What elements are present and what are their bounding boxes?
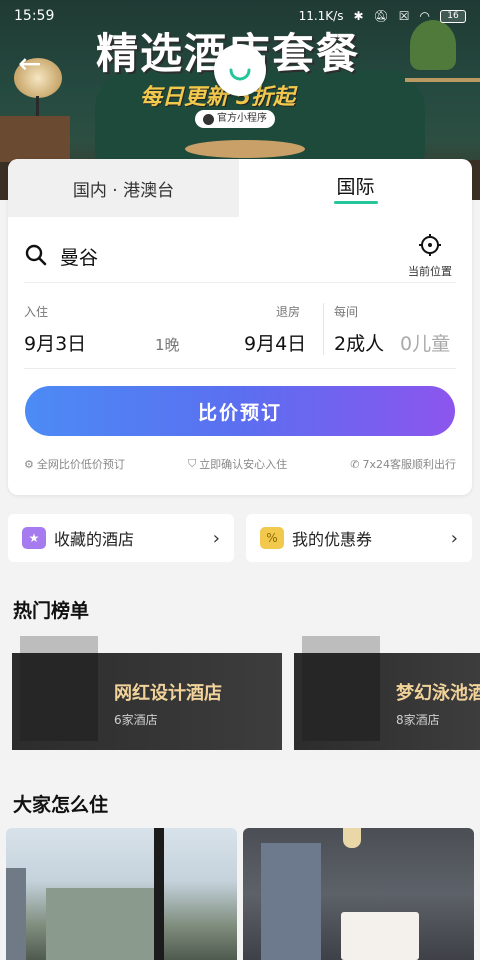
search-icon bbox=[25, 244, 47, 266]
hot-list-name: 梦幻泳池酒店 bbox=[396, 683, 480, 704]
card-tab-decoration bbox=[20, 636, 98, 653]
feature-item: ⚙ 全网比价低价预订 bbox=[24, 456, 125, 472]
photo-curtain bbox=[261, 843, 321, 960]
hot-list-name: 网红设计酒店 bbox=[114, 683, 222, 704]
hot-list-card[interactable]: 网红设计酒店 6家酒店 bbox=[12, 636, 282, 750]
banner-table-illustration bbox=[185, 140, 305, 158]
hot-list-card[interactable]: 梦幻泳池酒店 8家酒店 bbox=[294, 636, 480, 750]
photo-window-frame bbox=[154, 828, 164, 960]
wifi-icon: ◠ bbox=[419, 9, 430, 23]
feature-text: 全网比价低价预订 bbox=[36, 458, 125, 471]
coupon-icon: % bbox=[260, 527, 284, 549]
bluetooth-icon: ✱ bbox=[353, 9, 364, 23]
mini-program-label: 官方小程序 bbox=[217, 113, 267, 124]
chevron-right-icon: › bbox=[212, 527, 220, 549]
compare-book-label: 比价预订 bbox=[197, 401, 282, 424]
nights-count: 1晚 bbox=[155, 336, 180, 354]
favorite-hotels-link[interactable]: ★ 收藏的酒店 › bbox=[8, 514, 234, 562]
crosshair-icon bbox=[419, 234, 441, 256]
photo-building bbox=[6, 868, 26, 960]
star-folder-icon: ★ bbox=[22, 527, 46, 549]
my-coupons-link[interactable]: % 我的优惠券 › bbox=[246, 514, 472, 562]
photo-building bbox=[46, 888, 156, 960]
banner-shelf-illustration bbox=[405, 78, 480, 82]
tab-domestic-label: 国内 · 港澳台 bbox=[72, 180, 175, 201]
how-people-stay-title: 大家怎么住 bbox=[13, 794, 109, 816]
battery-icon: 16 bbox=[440, 9, 466, 23]
card-thumbnail bbox=[20, 653, 98, 741]
card-thumbnail bbox=[302, 653, 380, 741]
check-out-label: 退房 bbox=[276, 305, 301, 319]
banner-cabinet-illustration bbox=[0, 116, 70, 162]
tab-domestic[interactable]: 国内 · 港澳台 bbox=[8, 159, 239, 217]
mute-icon: 🔕︎ bbox=[373, 9, 389, 23]
photo-lamp bbox=[343, 828, 361, 848]
stay-photo[interactable] bbox=[243, 828, 474, 960]
chevron-right-icon: › bbox=[450, 527, 458, 549]
check-out-date[interactable]: 9月4日 bbox=[244, 329, 306, 356]
divider bbox=[323, 303, 324, 355]
status-time: 15:59 bbox=[14, 8, 55, 24]
photo-poster bbox=[341, 912, 419, 960]
favorite-hotels-label: 收藏的酒店 bbox=[54, 530, 135, 549]
hot-list-count: 8家酒店 bbox=[396, 713, 440, 727]
adults-count[interactable]: 2成人 bbox=[334, 329, 384, 356]
status-icons: 11.1K/s ✱ 🔕︎ ☒ ◠ 16 bbox=[299, 9, 466, 23]
back-arrow-icon[interactable]: ← bbox=[18, 50, 50, 82]
feature-text: 立即确认安心入住 bbox=[199, 458, 288, 471]
check-in-label: 入住 bbox=[24, 305, 49, 319]
hot-lists-title: 热门榜单 bbox=[13, 600, 90, 622]
gear-check-icon: ⚙ bbox=[24, 457, 34, 471]
status-bar: 15:59 11.1K/s ✱ 🔕︎ ☒ ◠ 16 bbox=[0, 0, 480, 32]
date-guest-row: 入住 9月3日 1晚 退房 9月4日 每间 2成人 0儿童 bbox=[24, 299, 456, 369]
phone-icon: ✆ bbox=[350, 457, 360, 471]
active-tab-indicator bbox=[333, 201, 378, 204]
per-room-label: 每间 bbox=[334, 305, 359, 319]
feature-item: ⛉ 立即确认安心入住 bbox=[188, 456, 287, 472]
tab-international-label: 国际 bbox=[336, 176, 375, 198]
children-count[interactable]: 0儿童 bbox=[400, 329, 450, 356]
check-in-date[interactable]: 9月3日 bbox=[24, 329, 86, 356]
network-speed: 11.1K/s bbox=[298, 9, 344, 23]
mini-program-pill: 官方小程序 bbox=[195, 110, 275, 128]
current-location-label: 当前位置 bbox=[408, 265, 452, 278]
destination-value: 曼谷 bbox=[60, 247, 99, 269]
region-tabs: 国内 · 港澳台 国际 bbox=[8, 159, 472, 217]
tab-international[interactable]: 国际 bbox=[239, 159, 472, 217]
hotel-search-card: 国内 · 港澳台 国际 曼谷 当前位置 入住 9月3日 1晚 退房 9月4日 每… bbox=[8, 159, 472, 495]
current-location-button[interactable]: 当前位置 bbox=[404, 233, 456, 279]
compare-book-button[interactable]: 比价预订 bbox=[25, 386, 455, 436]
feature-list: ⚙ 全网比价低价预订 ⛉ 立即确认安心入住 ✆ 7x24客服顺利出行 bbox=[24, 456, 456, 472]
stay-photo[interactable] bbox=[6, 828, 237, 960]
card-tab-decoration bbox=[302, 636, 380, 653]
destination-field[interactable]: 曼谷 当前位置 bbox=[24, 233, 456, 283]
banner-lamp-stand bbox=[36, 96, 39, 116]
mini-program-icon bbox=[203, 113, 214, 125]
my-coupons-label: 我的优惠券 bbox=[292, 530, 373, 549]
loading-spinner-icon bbox=[214, 44, 266, 96]
feature-item: ✆ 7x24客服顺利出行 bbox=[350, 456, 456, 472]
sim-icon: ☒ bbox=[398, 9, 410, 23]
feature-text: 7x24客服顺利出行 bbox=[362, 458, 456, 471]
shield-check-icon: ⛉ bbox=[187, 457, 197, 470]
hot-list-count: 6家酒店 bbox=[114, 713, 158, 727]
